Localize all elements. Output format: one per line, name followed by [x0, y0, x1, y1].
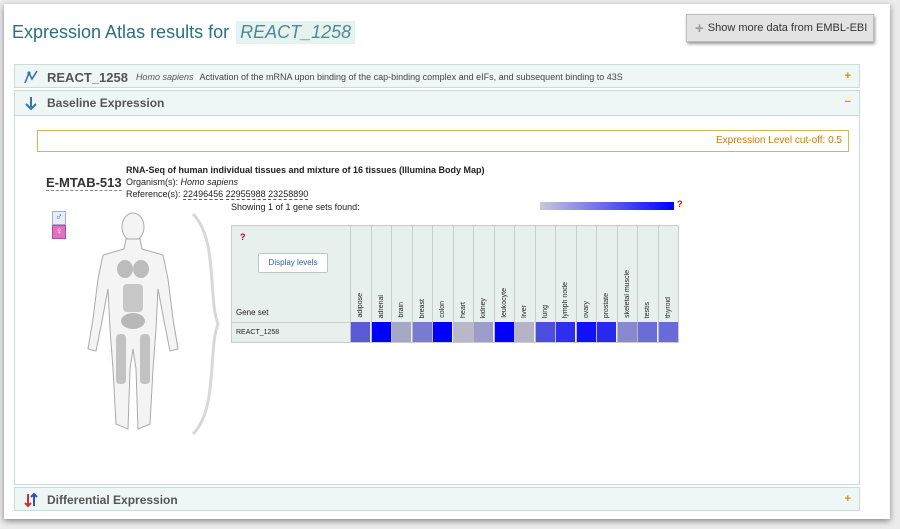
- heatmap-cell[interactable]: [514, 322, 534, 342]
- differential-icon: [24, 492, 38, 508]
- tissue-column-header[interactable]: heart: [452, 226, 473, 322]
- tissue-column-header[interactable]: breast: [411, 226, 432, 322]
- heatmap-cell[interactable]: [596, 322, 616, 342]
- experiment-organism: Organism(s): Homo sapiens: [126, 176, 485, 188]
- heatmap-cell[interactable]: [575, 322, 596, 342]
- tissue-label: brain: [398, 302, 405, 318]
- react-id: REACT_1258: [47, 69, 128, 85]
- tissue-label: thyroid: [664, 296, 672, 318]
- organism-label: Organism(s):: [126, 177, 179, 187]
- plus-icon: +: [695, 19, 704, 37]
- heatmap-help-icon[interactable]: ?: [240, 232, 246, 242]
- differential-section-header[interactable]: Differential Expression +: [15, 488, 859, 512]
- heatmap-cell[interactable]: [637, 322, 657, 342]
- reference-label: Reference(s):: [126, 189, 181, 199]
- tissue-column-header[interactable]: leukocyte: [493, 226, 514, 322]
- differential-section[interactable]: Differential Expression +: [14, 487, 860, 511]
- experiment-info: RNA-Seq of human individual tissues and …: [126, 164, 485, 200]
- react-section-header[interactable]: REACT_1258 Homo sapiens Activation of th…: [15, 65, 859, 89]
- experiment-title[interactable]: RNA-Seq of human individual tissues and …: [126, 164, 485, 176]
- heatmap-cell[interactable]: [350, 322, 370, 342]
- expand-icon[interactable]: +: [845, 493, 851, 505]
- heatmap-cell[interactable]: [432, 322, 452, 342]
- tissue-column-header[interactable]: colon: [432, 226, 452, 322]
- tissue-column-header[interactable]: testis: [637, 226, 657, 322]
- tissue-label: leukocyte: [500, 288, 508, 318]
- pathway-icon: [24, 70, 38, 84]
- heatmap-cell[interactable]: [452, 322, 473, 342]
- tissue-label: kidney: [480, 297, 487, 318]
- heatmap-cell[interactable]: [555, 322, 575, 342]
- react-species: Homo sapiens: [135, 72, 194, 82]
- expression-legend-bar: [540, 202, 674, 210]
- expression-cutoff: Expression Level cut-off: 0.5: [37, 130, 849, 152]
- page-title-prefix: Expression Atlas results for: [12, 22, 230, 42]
- anatomogram[interactable]: [68, 209, 228, 439]
- reference-link[interactable]: 23258890: [268, 189, 309, 200]
- heatmap-cell[interactable]: [534, 322, 555, 342]
- organism-value: Homo sapiens: [180, 177, 239, 187]
- male-icon[interactable]: ♂: [52, 211, 66, 225]
- page-title: Expression Atlas results for REACT_1258: [12, 21, 356, 44]
- tissue-column-header[interactable]: kidney: [473, 226, 493, 322]
- tissue-label: lung: [541, 304, 549, 318]
- expand-icon[interactable]: +: [845, 70, 851, 82]
- display-levels-button[interactable]: Display levels: [258, 253, 328, 273]
- tissue-label: heart: [459, 302, 467, 318]
- baseline-section-header[interactable]: Baseline Expression −: [15, 91, 859, 116]
- query-term: REACT_1258: [236, 21, 356, 44]
- heatmap-cell[interactable]: [473, 322, 493, 342]
- tissue-column-header[interactable]: lymph node: [555, 226, 575, 322]
- heatmap: ? Display levels Gene set REACT_1258 adi…: [231, 225, 679, 343]
- react-section[interactable]: REACT_1258 Homo sapiens Activation of th…: [14, 64, 860, 88]
- heatmap-cell[interactable]: [370, 322, 391, 342]
- legend-help-icon[interactable]: ?: [677, 199, 683, 209]
- tissue-label: adipose: [357, 293, 364, 318]
- heatmap-cell[interactable]: [411, 322, 432, 342]
- showing-gene-sets: Showing 1 of 1 gene sets found:: [231, 202, 360, 212]
- tissue-column-header[interactable]: lung: [534, 226, 555, 322]
- tissue-label: prostate: [603, 292, 610, 318]
- header-divider: [232, 322, 350, 323]
- tissue-column-header[interactable]: adrenal: [370, 226, 391, 322]
- baseline-title: Baseline Expression: [47, 96, 165, 110]
- heatmap-cell[interactable]: [493, 322, 514, 342]
- tissue-column-header[interactable]: prostate: [596, 226, 616, 322]
- tissue-column-header[interactable]: brain: [391, 226, 411, 322]
- tissue-column-header[interactable]: liver: [514, 226, 534, 322]
- experiment-accession[interactable]: E-MTAB-513: [46, 175, 122, 191]
- heatmap-cell[interactable]: [616, 322, 637, 342]
- reference-link[interactable]: 22496456: [183, 189, 224, 200]
- gene-set-row-label[interactable]: REACT_1258: [236, 329, 279, 336]
- ebi-button-label: Show more data from EMBL-EBI: [707, 22, 868, 34]
- tissue-label: breast: [418, 298, 426, 318]
- experiment-references: Reference(s): 22496456 22955988 23258890: [126, 188, 485, 200]
- tissue-label: liver: [521, 305, 528, 318]
- tissue-label: lymph node: [562, 281, 569, 318]
- baseline-icon: [25, 97, 37, 111]
- female-icon[interactable]: ♀: [52, 225, 66, 239]
- tissue-label: ovary: [582, 300, 590, 318]
- tissue-label: adrenal: [377, 294, 385, 318]
- show-more-ebi-button[interactable]: + Show more data from EMBL-EBI: [686, 14, 874, 42]
- tissue-column-header[interactable]: skeletal muscle: [616, 226, 637, 322]
- page-frame: Expression Atlas results for REACT_1258 …: [4, 4, 890, 519]
- tissue-label: skeletal muscle: [623, 270, 631, 318]
- gene-set-header: Gene set: [236, 308, 269, 317]
- tissue-label: colon: [439, 301, 446, 318]
- reference-link[interactable]: 22955988: [225, 189, 266, 200]
- heatmap-cell[interactable]: [657, 322, 678, 342]
- tissue-column-header[interactable]: ovary: [575, 226, 596, 322]
- tissue-column-header[interactable]: adipose: [350, 226, 370, 322]
- heatmap-cell[interactable]: [391, 322, 411, 342]
- tissue-label: testis: [644, 301, 651, 318]
- differential-title: Differential Expression: [47, 493, 178, 507]
- react-description: Activation of the mRNA upon binding of t…: [199, 72, 623, 82]
- collapse-icon[interactable]: −: [845, 96, 851, 108]
- tissue-column-header[interactable]: thyroid: [657, 226, 678, 322]
